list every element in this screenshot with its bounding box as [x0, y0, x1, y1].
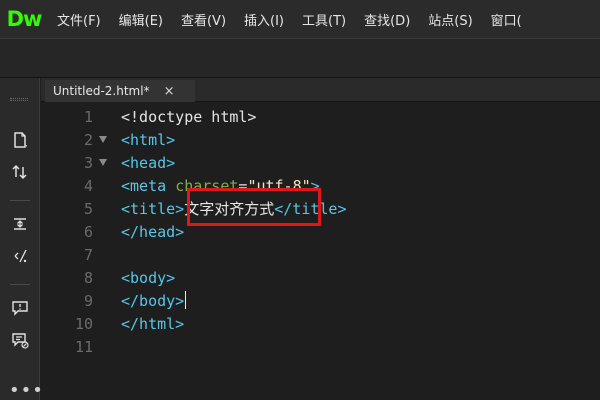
code-line: 7 — [41, 244, 600, 266]
expand-collapse-icon[interactable] — [8, 212, 32, 236]
coding-toolbar: ••• — [0, 78, 43, 400]
line-number: 7 — [83, 246, 93, 264]
code-text: <html> — [121, 131, 176, 149]
menu-find[interactable]: 查找(D) — [355, 0, 419, 38]
line-number: 2 — [83, 131, 93, 149]
format-icon[interactable] — [8, 244, 32, 268]
dreamweaver-logo: Dw — [6, 7, 43, 31]
close-icon[interactable]: × — [164, 84, 175, 99]
menu-window[interactable]: 窗口( — [482, 0, 531, 38]
code-text: <!doctype html> — [121, 108, 257, 126]
menu-file[interactable]: 文件(F) — [48, 0, 110, 38]
code-line: 11 — [41, 336, 600, 358]
menu-insert[interactable]: 插入(I) — [235, 0, 293, 38]
line-number: 9 — [83, 292, 93, 310]
code-text: </body> — [121, 290, 187, 312]
line-number: 3 — [83, 154, 93, 172]
line-number: 5 — [83, 200, 93, 218]
separator — [10, 284, 30, 285]
text-cursor — [185, 291, 187, 309]
code-text: <head> — [121, 154, 176, 172]
highlight-annotation-box — [187, 188, 321, 226]
code-line: 9 </body> — [41, 290, 600, 312]
sort-icon[interactable] — [8, 160, 32, 184]
code-text: <body> — [121, 269, 176, 287]
menu-tools[interactable]: 工具(T) — [293, 0, 355, 38]
menu-bar: Dw 文件(F) 编辑(E) 查看(V) 插入(I) 工具(T) 查找(D) 站… — [0, 0, 600, 38]
code-editor[interactable]: 1 <!doctype html> 2 <html> 3 <head> 4 <m… — [41, 102, 600, 400]
fold-arrow-icon[interactable] — [99, 159, 107, 166]
code-tag: <title> — [121, 200, 185, 218]
dreamweaver-window: Dw 文件(F) 编辑(E) 查看(V) 插入(I) 工具(T) 查找(D) 站… — [0, 0, 600, 400]
code-hint-icon[interactable] — [8, 328, 32, 352]
tab-label: Untitled-2.html* — [53, 84, 150, 98]
code-text: </head> — [121, 223, 185, 241]
separator — [10, 200, 30, 201]
code-text: </html> — [121, 315, 185, 333]
menu-site[interactable]: 站点(S) — [419, 0, 481, 38]
code-tag: <meta — [121, 177, 176, 195]
tab-untitled-2[interactable]: Untitled-2.html* × — [45, 80, 195, 102]
code-line: 8 <body> — [41, 267, 600, 289]
toolbar — [0, 38, 600, 78]
code-tag: </body> — [121, 292, 185, 310]
document-tab-bar: Untitled-2.html* × — [41, 78, 600, 102]
fold-arrow-icon[interactable] — [99, 136, 107, 143]
line-number: 11 — [74, 338, 93, 356]
line-number: 8 — [83, 269, 93, 287]
line-number: 1 — [83, 108, 93, 126]
line-number: 6 — [83, 223, 93, 241]
code-line: 10 </html> — [41, 313, 600, 335]
line-number: 4 — [83, 177, 93, 195]
code-line: 2 <html> — [41, 129, 600, 151]
comment-icon[interactable] — [8, 296, 32, 320]
file-icon[interactable] — [8, 128, 32, 152]
menu-view[interactable]: 查看(V) — [172, 0, 235, 38]
panel-grip[interactable] — [10, 98, 28, 101]
menu-edit[interactable]: 编辑(E) — [110, 0, 172, 38]
line-number: 10 — [74, 315, 93, 333]
code-line: 3 <head> — [41, 152, 600, 174]
code-line: 1 <!doctype html> — [41, 106, 600, 128]
more-options-icon[interactable]: ••• — [9, 382, 44, 400]
